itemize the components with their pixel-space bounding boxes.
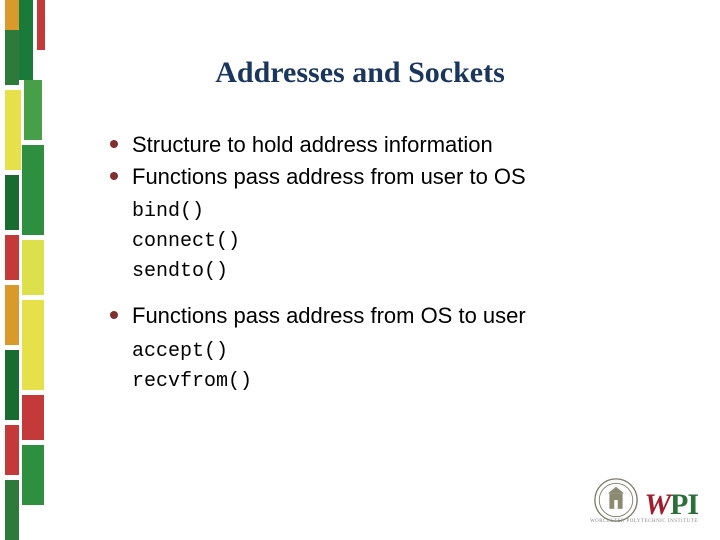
code-line: bind() [132, 197, 680, 227]
bullet-text: Functions pass address from user to OS [132, 162, 526, 192]
slide-title: Addresses and Sockets [0, 56, 720, 90]
logo-letters-pi: PI [670, 488, 698, 522]
code-sublist: bind()connect()sendto() [132, 197, 680, 287]
logo-letter-w: W [644, 488, 670, 522]
bullet-item: Functions pass address from OS to user [110, 301, 680, 331]
sidebar-color-block [5, 480, 19, 540]
sidebar-color-block [5, 235, 19, 280]
bullet-item: Functions pass address from user to OS [110, 162, 680, 192]
sidebar-color-block [22, 145, 44, 235]
bullet-text: Structure to hold address information [132, 130, 493, 160]
wpi-seal-icon [594, 478, 638, 522]
code-line: accept() [132, 337, 680, 367]
code-line: connect() [132, 227, 680, 257]
code-line: sendto() [132, 257, 680, 287]
sidebar-color-block [5, 175, 19, 230]
sidebar-color-block [37, 0, 45, 50]
bullet-dot-icon [110, 311, 118, 319]
code-sublist: accept()recvfrom() [132, 337, 680, 397]
slide-body: Structure to hold address informationFun… [110, 130, 680, 411]
logo-caption: WORCESTER POLYTECHNIC INSTITUTE [590, 519, 698, 524]
bullet-dot-icon [110, 140, 118, 148]
bullet-text: Functions pass address from OS to user [132, 301, 526, 331]
sidebar-color-block [22, 445, 44, 505]
sidebar-color-block [22, 240, 44, 295]
sidebar-color-block [5, 90, 21, 170]
bullet-item: Structure to hold address information [110, 130, 680, 160]
sidebar-color-block [22, 395, 44, 440]
bullet-dot-icon [110, 172, 118, 180]
sidebar-color-block [5, 350, 19, 420]
wpi-logo: WPI WORCESTER POLYTECHNIC INSTITUTE [594, 478, 698, 522]
sidebar-color-block [22, 300, 44, 390]
sidebar-color-block [5, 285, 19, 345]
sidebar-color-block [5, 0, 19, 30]
code-line: recvfrom() [132, 367, 680, 397]
sidebar-color-block [5, 425, 19, 475]
